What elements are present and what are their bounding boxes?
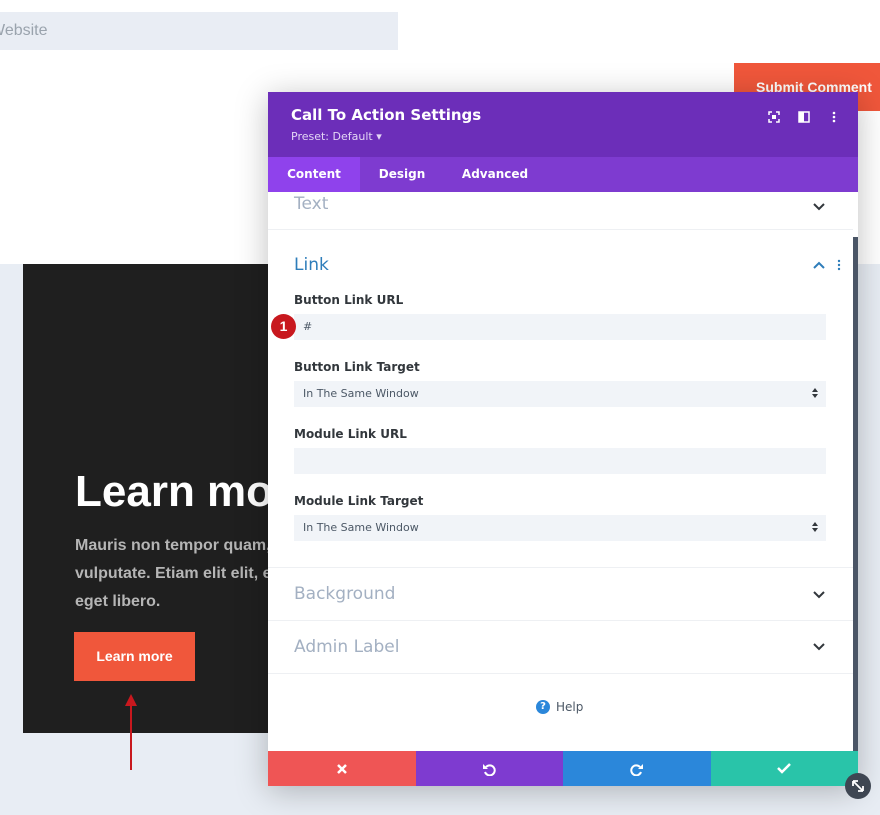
modal-body: Text Link Button Link URL # 1 Button Lin… [268,192,858,751]
cta-body-line: vulputate. Etiam elit elit, elementum se… [75,565,283,582]
step-number-badge: 1 [271,314,296,339]
call-to-action-module: Learn more Mauris non tempor quam, et la… [23,264,283,733]
tab-content[interactable]: Content [268,157,360,192]
select-value: In The Same Window [303,387,419,400]
undo-icon [483,763,496,776]
button-link-url-label: Button Link URL [294,293,404,307]
check-icon [777,763,792,774]
section-text-toggle[interactable]: Text [294,194,328,214]
chevron-up-icon[interactable] [813,261,825,269]
more-options-icon[interactable] [826,109,842,125]
website-input[interactable]: Website [0,12,398,50]
redo-button[interactable] [563,751,711,786]
close-icon [336,763,347,774]
select-value: In The Same Window [303,521,419,534]
help-icon: ? [536,700,550,714]
fullscreen-icon[interactable] [766,109,782,125]
cta-title: Learn more [75,467,283,516]
button-link-target-label: Button Link Target [294,360,420,374]
tab-advanced[interactable]: Advanced [444,157,546,192]
resize-handle[interactable] [845,773,871,799]
chevron-down-icon[interactable] [813,643,825,651]
button-link-url-input[interactable]: # [294,314,826,340]
section-options-icon[interactable] [837,259,841,271]
discard-button[interactable] [268,751,416,786]
chevron-down-icon[interactable] [813,203,825,211]
help-link[interactable]: ? Help [536,700,583,714]
scrollbar[interactable] [853,237,858,751]
call-to-action-settings-modal: Call To Action Settings Preset: Default … [268,92,858,786]
section-background-toggle[interactable]: Background [294,584,395,604]
cta-body-line: eget libero. [75,593,161,610]
section-link-toggle[interactable]: Link [294,255,329,275]
module-link-target-select[interactable]: In The Same Window [294,515,826,541]
save-button[interactable] [710,751,858,786]
help-label: Help [556,700,584,714]
modal-title: Call To Action Settings [291,106,482,124]
section-admin-label-toggle[interactable]: Admin Label [294,637,399,657]
module-link-url-label: Module Link URL [294,427,407,441]
preset-dropdown[interactable]: Preset: Default ▾ [291,130,382,143]
redo-icon [630,763,643,776]
divider [268,673,853,674]
cta-body-text: Mauris non tempor quam, et lacinia sapie… [75,532,283,616]
modal-header: Call To Action Settings Preset: Default … [268,92,858,157]
chevron-down-icon[interactable] [813,591,825,599]
modal-tabs: Content Design Advanced [268,157,858,192]
button-link-target-select[interactable]: In The Same Window [294,381,826,407]
module-link-target-label: Module Link Target [294,494,424,508]
tab-design[interactable]: Design [360,157,444,192]
select-arrows-icon [812,388,818,398]
red-arrow-annotation [125,694,137,770]
cta-learn-more-button[interactable]: Learn more [74,632,195,681]
select-arrows-icon [812,522,818,532]
resize-arrows-icon [852,780,864,792]
cta-body-line: Mauris non tempor quam, et lacinia sapie… [75,537,283,554]
divider [268,567,853,568]
divider [268,620,853,621]
split-view-icon[interactable] [796,109,812,125]
module-link-url-input[interactable] [294,448,826,474]
undo-button[interactable] [415,751,563,786]
modal-footer [268,751,858,786]
divider [268,229,853,230]
